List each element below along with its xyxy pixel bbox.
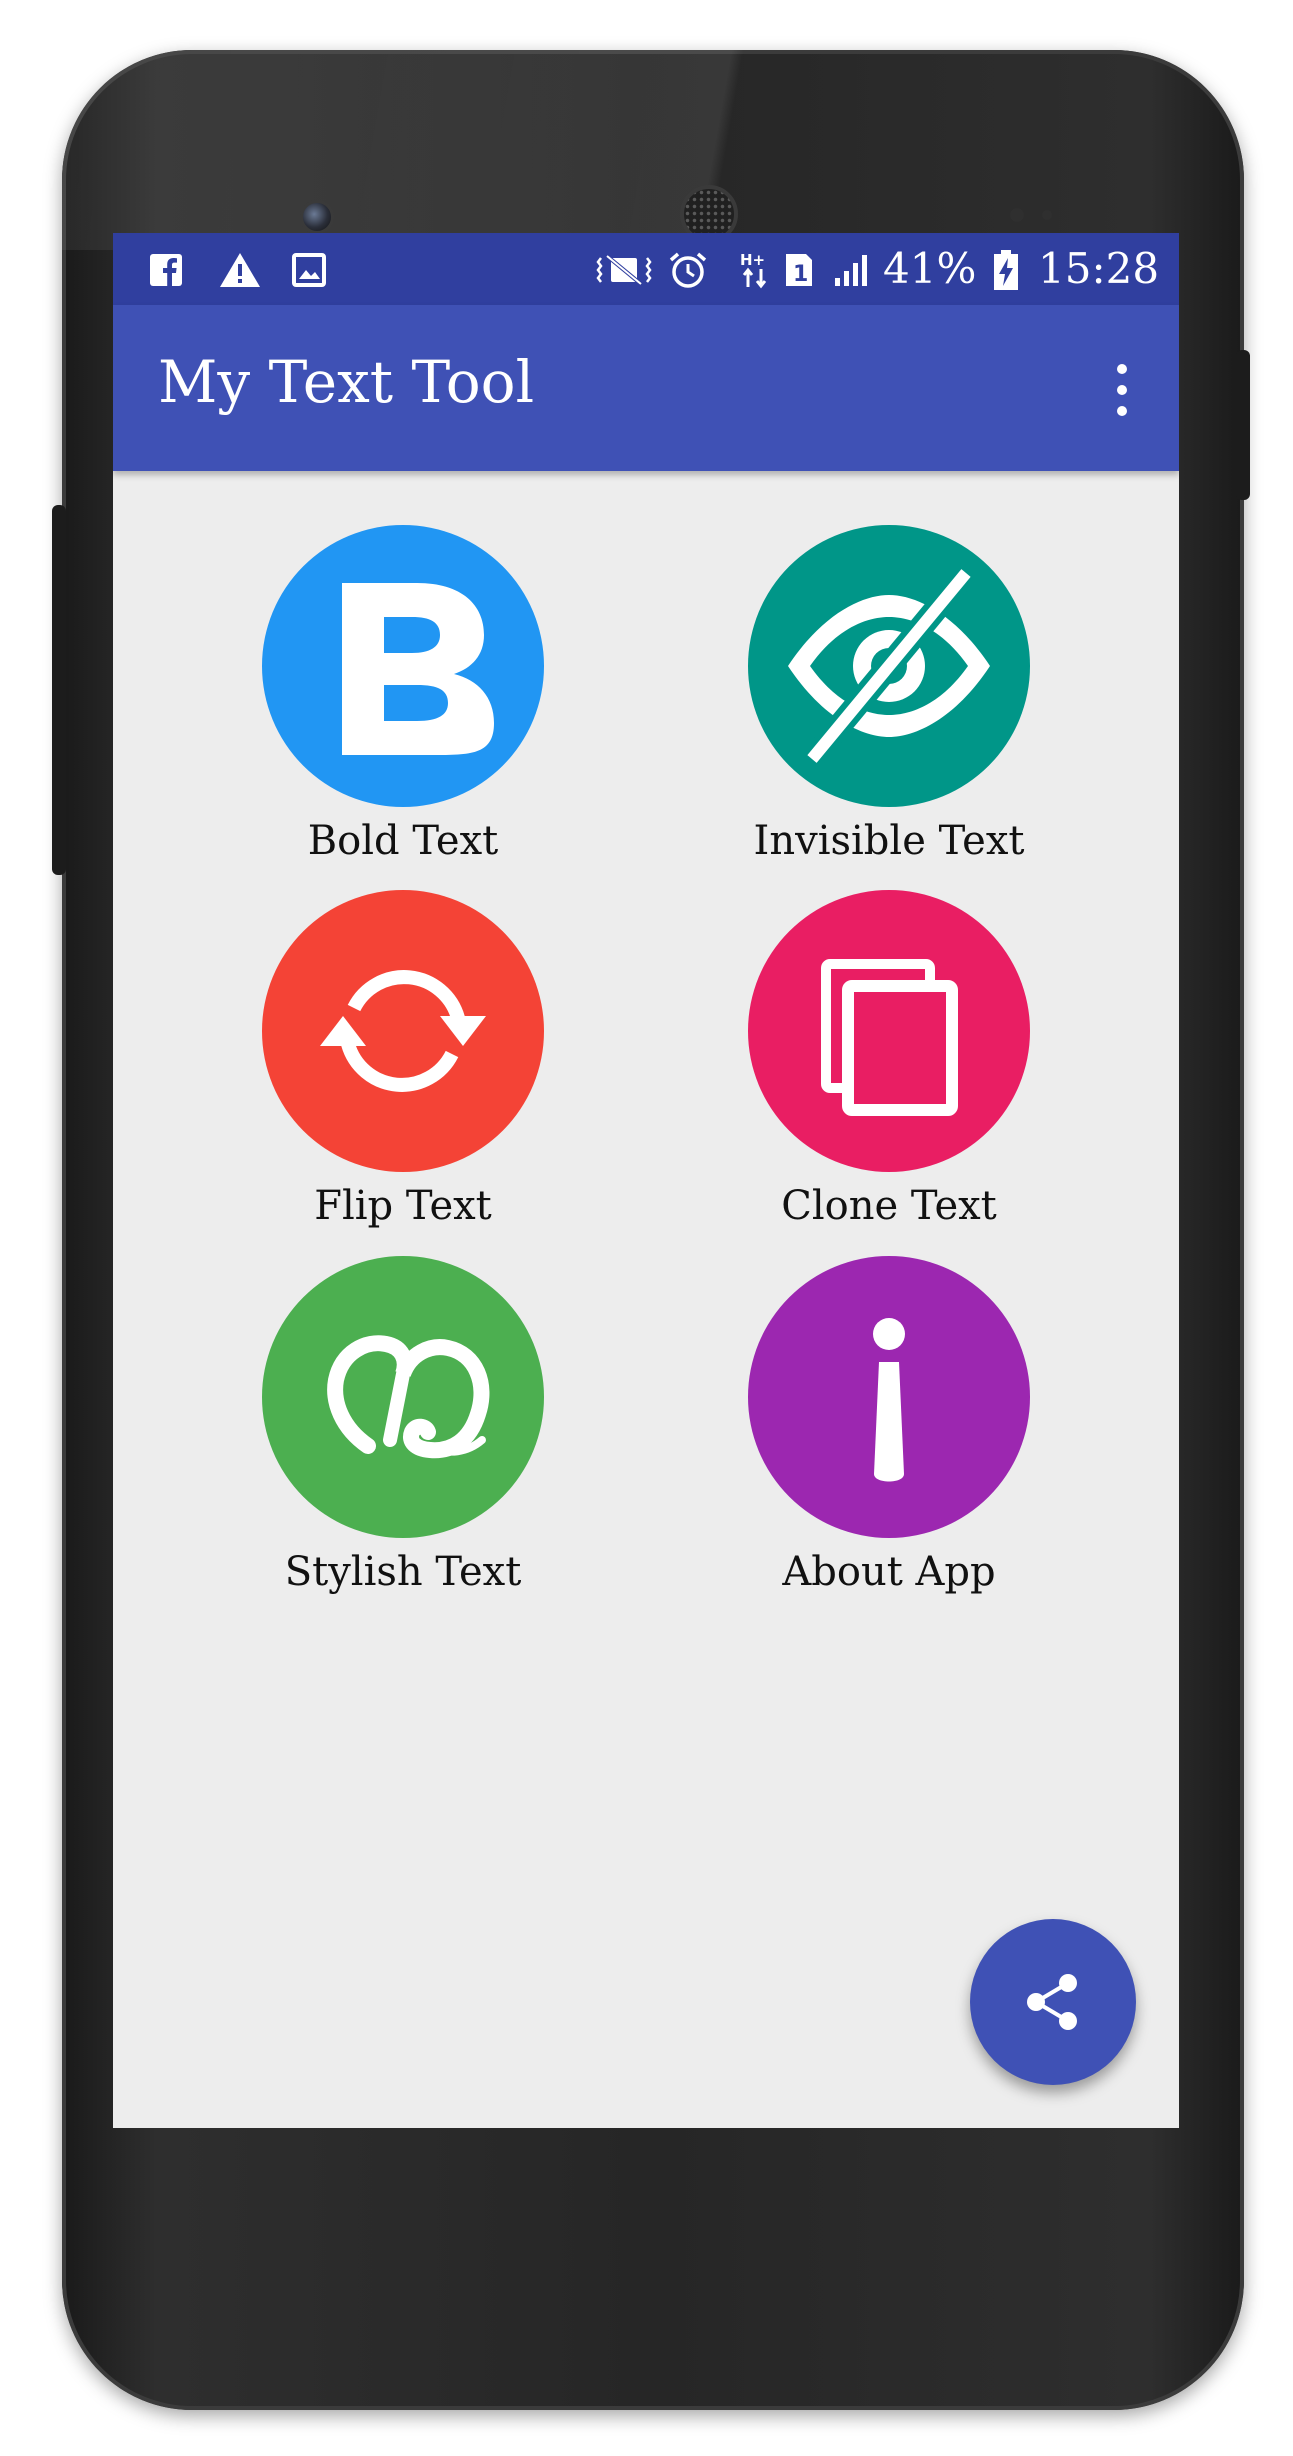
tile-label: Clone Text — [781, 1183, 997, 1229]
bold-b-icon[interactable] — [262, 525, 544, 807]
tile-label: Flip Text — [314, 1183, 492, 1229]
menu-dot — [1117, 364, 1127, 374]
share-button[interactable] — [970, 1919, 1136, 2085]
data-hplus-icon: H+ — [739, 251, 773, 289]
about-app-tile[interactable]: About App — [719, 1256, 1059, 1606]
menu-dot — [1117, 406, 1127, 416]
alarm-icon — [668, 252, 708, 288]
bold-text-tile[interactable]: Bold Text — [233, 525, 573, 875]
clone-text-tile[interactable]: Clone Text — [719, 890, 1059, 1240]
app-bar: My Text Tool — [113, 305, 1179, 471]
stylish-glyph-icon[interactable] — [262, 1256, 544, 1538]
eye-off-icon[interactable] — [748, 525, 1030, 807]
image-icon — [291, 253, 327, 287]
light-sensor — [1042, 210, 1052, 220]
share-icon — [1027, 1974, 1077, 2030]
power-button — [1236, 350, 1250, 500]
sync-arrows-icon[interactable] — [262, 890, 544, 1172]
tile-label: About App — [782, 1549, 996, 1595]
info-i-icon[interactable] — [748, 1256, 1030, 1538]
front-camera — [300, 200, 334, 234]
vibrate-icon — [595, 253, 653, 287]
invisible-text-tile[interactable]: Invisible Text — [719, 525, 1059, 875]
copy-pages-icon[interactable] — [748, 890, 1030, 1172]
status-bar: H+ 1 41% 15:28 — [113, 233, 1179, 305]
more-vert-icon[interactable] — [1110, 360, 1134, 420]
warning-icon — [219, 253, 261, 287]
sim-1-icon: 1 — [783, 253, 815, 287]
svg-text:H+: H+ — [740, 251, 765, 269]
phone-sheen — [62, 50, 1244, 250]
flip-text-tile[interactable]: Flip Text — [233, 890, 573, 1240]
screen: H+ 1 41% 15:28 My Text Tool Bold Text In… — [113, 233, 1179, 2128]
battery-percent: 41% — [883, 244, 977, 293]
tile-label: Invisible Text — [753, 818, 1025, 864]
volume-button — [52, 505, 66, 875]
stylish-text-tile[interactable]: Stylish Text — [233, 1256, 573, 1606]
app-title: My Text Tool — [158, 348, 535, 416]
signal-icon — [833, 253, 873, 287]
svg-text:1: 1 — [793, 262, 808, 287]
tile-label: Bold Text — [307, 818, 499, 864]
status-time: 15:28 — [1038, 244, 1160, 293]
facebook-icon — [149, 253, 183, 287]
battery-charging-icon — [991, 250, 1021, 290]
proximity-sensor — [1010, 208, 1024, 222]
menu-dot — [1117, 385, 1127, 395]
tile-label: Stylish Text — [284, 1549, 522, 1595]
